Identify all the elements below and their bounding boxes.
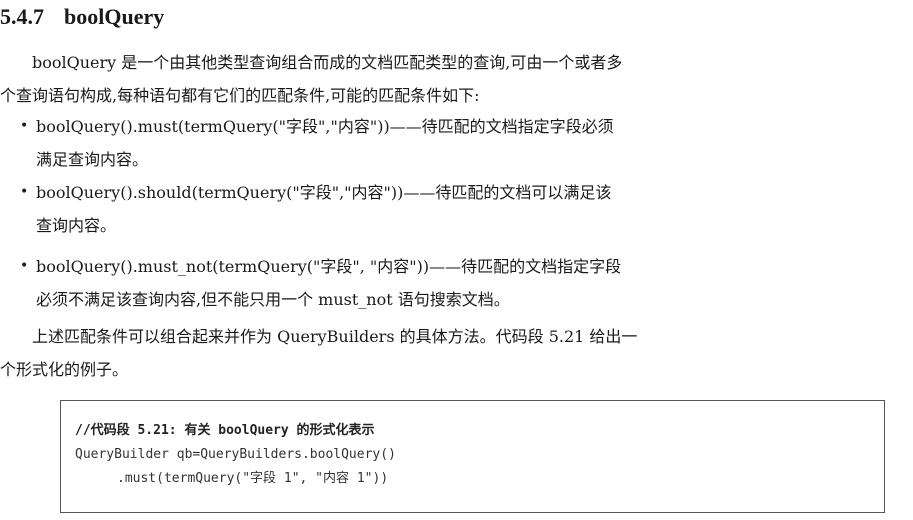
bullet-2-line-1: boolQuery().should(termQuery("字段","内容"))…	[36, 183, 612, 202]
intro-line-2-text: 个查询语句构成,每种语句都有它们的匹配条件,可能的匹配条件如下:	[0, 86, 480, 105]
bullet-1-line-2: 满足查询内容。	[36, 150, 149, 169]
intro-line-2: 个查询语句构成,每种语句都有它们的匹配条件,可能的匹配条件如下:	[0, 79, 892, 112]
list-item: • boolQuery().should(termQuery("字段","内容"…	[0, 176, 892, 242]
bullet-dot-icon: •	[20, 184, 29, 200]
summary-line-2-text: 个形式化的例子。	[0, 360, 129, 379]
section-number: 5.4.7	[0, 4, 44, 29]
section-heading: 5.4.7 boolQuery	[0, 4, 164, 34]
intro-line-1-text: boolQuery 是一个由其他类型查询组合而成的文档匹配类型的查询,可由一个或…	[32, 53, 623, 72]
document-page: 5.4.7 boolQuery boolQuery 是一个由其他类型查询组合而成…	[0, 0, 913, 520]
intro-paragraph: boolQuery 是一个由其他类型查询组合而成的文档匹配类型的查询,可由一个或…	[0, 46, 892, 112]
list-item: • boolQuery().must_not(termQuery("字段", "…	[0, 250, 892, 316]
summary-line-2: 个形式化的例子。	[0, 353, 892, 386]
section-title: boolQuery	[64, 4, 165, 29]
bullet-2-line-2: 查询内容。	[36, 216, 117, 235]
condition-list: • boolQuery().must(termQuery("字段","内容"))…	[0, 110, 892, 316]
bullet-3-line-2: 必须不满足该查询内容,但不能只用一个 must_not 语句搜索文档。	[36, 290, 510, 309]
summary-line-1-text: 上述匹配条件可以组合起来并作为 QueryBuilders 的具体方法。代码段 …	[32, 327, 638, 346]
code-line-2: .must(termQuery("字段 1", "内容 1"))	[117, 471, 389, 486]
bullet-3-line-1: boolQuery().must_not(termQuery("字段", "内容…	[36, 257, 622, 276]
code-comment: //代码段 5.21: 有关 boolQuery 的形式化表示	[75, 423, 375, 438]
summary-paragraph: 上述匹配条件可以组合起来并作为 QueryBuilders 的具体方法。代码段 …	[0, 320, 892, 386]
intro-line-1: boolQuery 是一个由其他类型查询组合而成的文档匹配类型的查询,可由一个或…	[0, 46, 892, 79]
bullet-dot-icon: •	[20, 258, 29, 274]
bullet-dot-icon: •	[20, 118, 29, 134]
code-listing: //代码段 5.21: 有关 boolQuery 的形式化表示 QueryBui…	[60, 400, 885, 513]
list-item: • boolQuery().must(termQuery("字段","内容"))…	[0, 110, 892, 176]
bullet-1-line-1: boolQuery().must(termQuery("字段","内容"))——…	[36, 117, 614, 136]
summary-line-1: 上述匹配条件可以组合起来并作为 QueryBuilders 的具体方法。代码段 …	[0, 320, 892, 353]
code-line-1: QueryBuilder qb=QueryBuilders.boolQuery(…	[75, 447, 396, 462]
